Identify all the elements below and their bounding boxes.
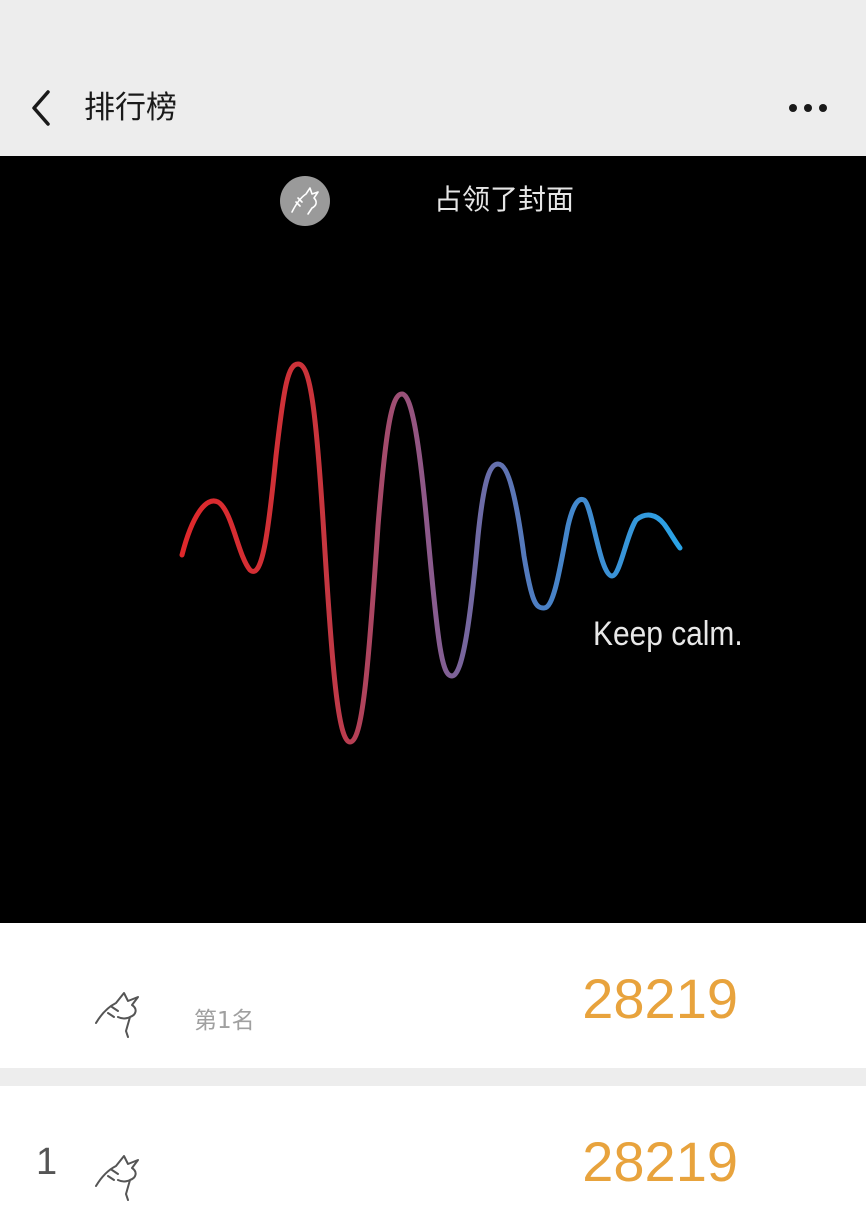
cover-image: 占领了封面 Keep calm. <box>0 156 866 923</box>
nav-bar: 排行榜 <box>0 60 866 156</box>
more-horizontal-icon <box>789 104 827 112</box>
cover-tagline: Keep calm. <box>593 615 743 653</box>
my-score: 28219 <box>582 967 738 1030</box>
status-bar <box>0 0 866 60</box>
back-button[interactable] <box>22 84 62 132</box>
rank-number: 1 <box>36 1141 58 1183</box>
ranking-row[interactable]: 1 28219 <box>0 1086 866 1230</box>
my-rank-row[interactable]: 第1名 28219 <box>0 923 866 1068</box>
more-button[interactable] <box>784 90 834 126</box>
sound-wave-graphic <box>179 361 683 745</box>
my-rank-label: 第1名 <box>194 1008 255 1034</box>
chevron-left-icon <box>32 90 50 126</box>
wolf-avatar-icon <box>95 1155 139 1201</box>
page-title: 排行榜 <box>84 90 177 126</box>
divider <box>0 1068 866 1086</box>
wolf-avatar-icon <box>95 992 139 1038</box>
ranking-score: 28219 <box>582 1130 738 1193</box>
